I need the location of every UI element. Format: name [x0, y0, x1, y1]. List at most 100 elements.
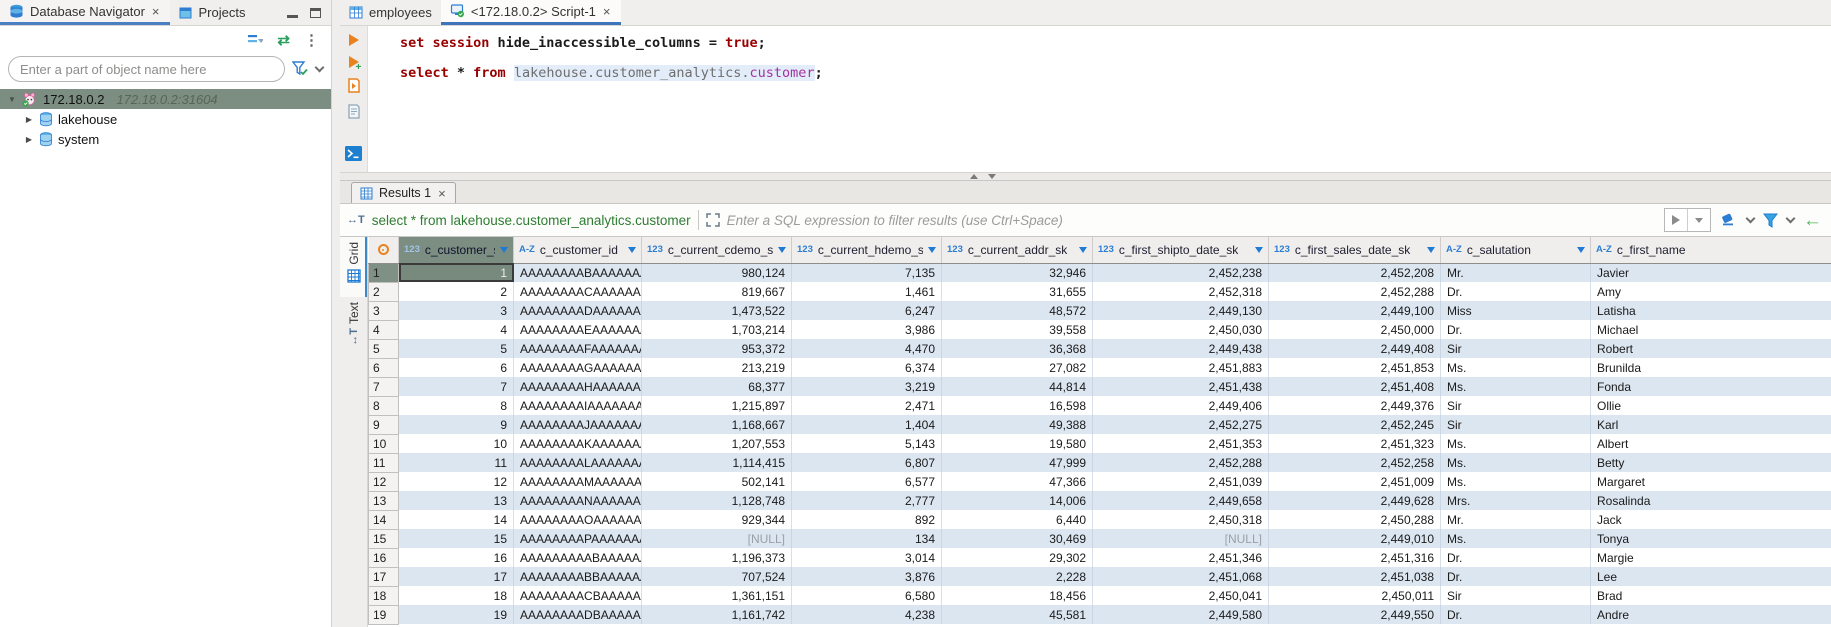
- row-number[interactable]: 18: [369, 586, 399, 605]
- grid-cell[interactable]: 2,452,245: [1269, 415, 1441, 434]
- row-number[interactable]: 9: [369, 415, 399, 434]
- grid-cell[interactable]: 1,207,553: [642, 434, 792, 453]
- grid-cell[interactable]: 6,580: [792, 586, 942, 605]
- grid-cell[interactable]: 2,471: [792, 396, 942, 415]
- grid-cell[interactable]: Dr.: [1441, 605, 1591, 624]
- grid-cell[interactable]: Sir: [1441, 339, 1591, 358]
- grid-cell[interactable]: 1,215,897: [642, 396, 792, 415]
- column-header[interactable]: A-Z c_customer_id: [514, 237, 642, 263]
- grid-cell[interactable]: AAAAAAAAEAAAAAAA: [514, 320, 642, 339]
- grid-cell[interactable]: AAAAAAAACBAAAAAA: [514, 586, 642, 605]
- grid-cell[interactable]: 2,451,346: [1093, 548, 1269, 567]
- grid-cell[interactable]: 18: [399, 586, 514, 605]
- grid-cell[interactable]: 2,449,550: [1269, 605, 1441, 624]
- column-header[interactable]: 123 c_current_hdemo_sk: [792, 237, 942, 263]
- column-menu-icon[interactable]: [928, 247, 936, 253]
- grid-cell[interactable]: 2,451,438: [1093, 377, 1269, 396]
- tab-script-1[interactable]: <172.18.0.2> Script-1 ×: [441, 0, 621, 25]
- grid-cell[interactable]: 14,006: [942, 491, 1093, 510]
- grid-cell[interactable]: Fonda: [1591, 377, 1831, 396]
- grid-cell[interactable]: Sir: [1441, 586, 1591, 605]
- overflow-menu-icon[interactable]: ⋮: [304, 31, 319, 49]
- grid-cell[interactable]: 2,449,580: [1093, 605, 1269, 624]
- grid-cell[interactable]: 68,377: [642, 377, 792, 396]
- tab-projects[interactable]: Projects: [170, 0, 255, 25]
- grid-cell[interactable]: AAAAAAAAKAAAAAAA: [514, 434, 642, 453]
- grid-cell[interactable]: Ms.: [1441, 529, 1591, 548]
- grid-cell[interactable]: 2,452,288: [1093, 453, 1269, 472]
- grid-cell[interactable]: 2,452,208: [1269, 263, 1441, 282]
- grid-cell[interactable]: 1,161,742: [642, 605, 792, 624]
- grid-cell[interactable]: 32,946: [942, 263, 1093, 282]
- grid-cell[interactable]: 48,572: [942, 301, 1093, 320]
- grid-cell[interactable]: 2,451,853: [1269, 358, 1441, 377]
- script-icon[interactable]: [346, 104, 362, 120]
- row-number[interactable]: 16: [369, 548, 399, 567]
- expand-filter-icon[interactable]: [706, 213, 720, 227]
- grid-cell[interactable]: 3: [399, 301, 514, 320]
- grid-cell[interactable]: 12: [399, 472, 514, 491]
- grid-cell[interactable]: 2,450,011: [1269, 586, 1441, 605]
- grid-cell[interactable]: 2: [399, 282, 514, 301]
- grid-cell[interactable]: 6,807: [792, 453, 942, 472]
- grid-cell[interactable]: AAAAAAAAIAAAAAAA: [514, 396, 642, 415]
- chevron-down-icon[interactable]: [1786, 213, 1796, 223]
- execute-new-tab-icon[interactable]: +: [349, 56, 359, 68]
- grid-cell[interactable]: 2,449,406: [1093, 396, 1269, 415]
- presentation-tab-text[interactable]: Text ↔T: [340, 297, 367, 357]
- grid-cell[interactable]: 1,703,214: [642, 320, 792, 339]
- grid-cell[interactable]: 16,598: [942, 396, 1093, 415]
- maximize-icon[interactable]: [310, 8, 321, 18]
- grid-cell[interactable]: 1,361,151: [642, 586, 792, 605]
- grid-cell[interactable]: Michael: [1591, 320, 1831, 339]
- grid-cell[interactable]: 4,470: [792, 339, 942, 358]
- grid-cell[interactable]: 2,777: [792, 491, 942, 510]
- tab-results-1[interactable]: Results 1 ×: [351, 182, 456, 203]
- grid-cell[interactable]: 19: [399, 605, 514, 624]
- grid-cell[interactable]: AAAAAAAABAAAAAAA: [514, 263, 642, 282]
- filter-funnel-icon[interactable]: [1763, 213, 1778, 228]
- grid-cell[interactable]: AAAAAAAAHAAAAAAA: [514, 377, 642, 396]
- column-menu-icon[interactable]: [1255, 247, 1263, 253]
- grid-cell[interactable]: AAAAAAAADBAAAAAA: [514, 605, 642, 624]
- column-menu-icon[interactable]: [778, 247, 786, 253]
- grid-cell[interactable]: AAAAAAAAABAAAAAA: [514, 548, 642, 567]
- grid-cell[interactable]: AAAAAAAAOAAAAAAA: [514, 510, 642, 529]
- grid-cell[interactable]: 1,128,748: [642, 491, 792, 510]
- column-header[interactable]: 123 c_first_shipto_date_sk: [1093, 237, 1269, 263]
- grid-cell[interactable]: AAAAAAAAJAAAAAAA: [514, 415, 642, 434]
- row-number[interactable]: 10: [369, 434, 399, 453]
- grid-cell[interactable]: 2,451,009: [1269, 472, 1441, 491]
- column-menu-icon[interactable]: [500, 247, 508, 253]
- grid-cell[interactable]: [NULL]: [1093, 529, 1269, 548]
- grid-cell[interactable]: 953,372: [642, 339, 792, 358]
- grid-cell[interactable]: 1,168,667: [642, 415, 792, 434]
- grid-cell[interactable]: 49,388: [942, 415, 1093, 434]
- previous-results-icon[interactable]: ←: [1803, 211, 1822, 230]
- column-header[interactable]: A-Z c_first_name: [1591, 237, 1831, 263]
- grid-cell[interactable]: 9: [399, 415, 514, 434]
- grid-cell[interactable]: 2,451,353: [1093, 434, 1269, 453]
- column-header[interactable]: 123 c_current_cdemo_sk: [642, 237, 792, 263]
- grid-cell[interactable]: 11: [399, 453, 514, 472]
- grid-cell[interactable]: AAAAAAAAGAAAAAAA: [514, 358, 642, 377]
- grid-cell[interactable]: Javier: [1591, 263, 1831, 282]
- row-number[interactable]: 11: [369, 453, 399, 472]
- link-with-editor-icon[interactable]: ⇄: [277, 31, 290, 49]
- horizontal-splitter[interactable]: [340, 172, 1831, 181]
- tab-database-navigator[interactable]: Database Navigator ×: [0, 0, 170, 25]
- grid-cell[interactable]: AAAAAAAAFAAAAAAA: [514, 339, 642, 358]
- grid-cell[interactable]: 18,456: [942, 586, 1093, 605]
- grid-cell[interactable]: AAAAAAAACAAAAAAA: [514, 282, 642, 301]
- chevron-down-icon[interactable]: [315, 62, 325, 72]
- object-name-filter-input[interactable]: [8, 56, 285, 82]
- grid-cell[interactable]: 2,450,318: [1093, 510, 1269, 529]
- column-menu-icon[interactable]: [1427, 247, 1435, 253]
- grid-cell[interactable]: Dr.: [1441, 320, 1591, 339]
- grid-cell[interactable]: 1,473,522: [642, 301, 792, 320]
- grid-cell[interactable]: 2,451,316: [1269, 548, 1441, 567]
- grid-cell[interactable]: 980,124: [642, 263, 792, 282]
- grid-cell[interactable]: AAAAAAAAPAAAAAAA: [514, 529, 642, 548]
- column-header[interactable]: 123 c_first_sales_date_sk: [1269, 237, 1441, 263]
- row-number[interactable]: 19: [369, 605, 399, 624]
